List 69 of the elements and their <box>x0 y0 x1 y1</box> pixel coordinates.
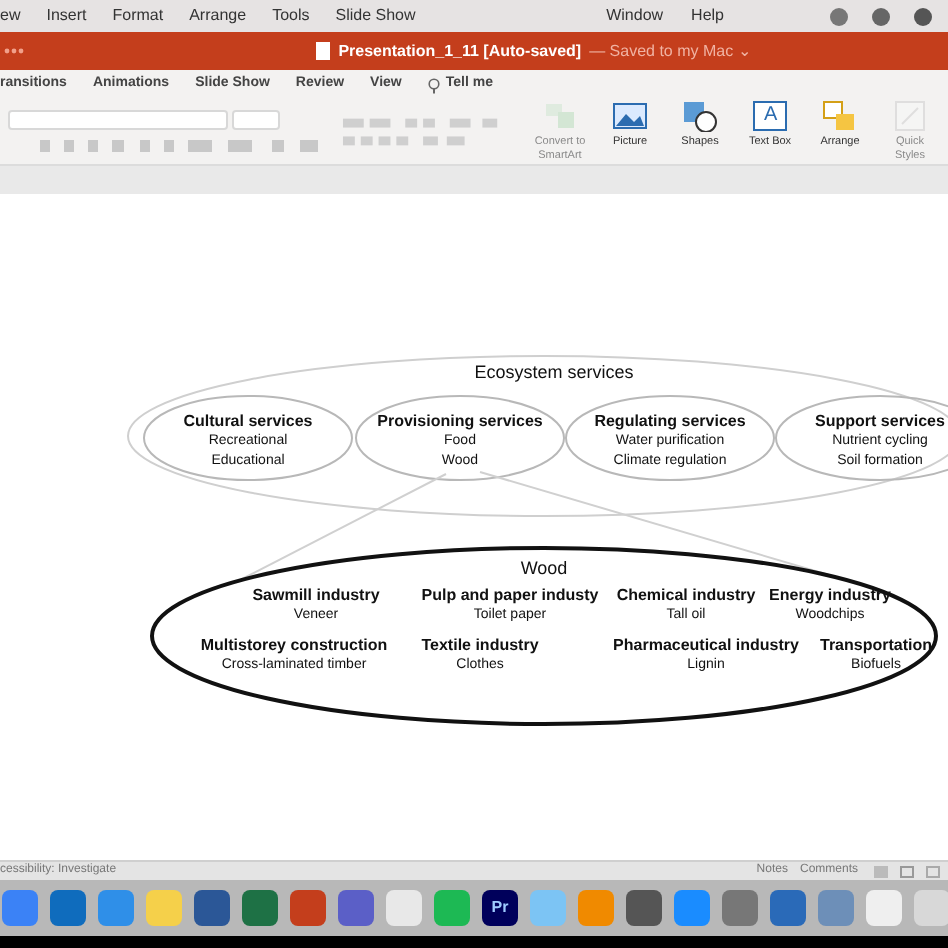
status-icon[interactable] <box>872 7 890 25</box>
app-icon[interactable] <box>626 890 662 926</box>
lightbulb-icon <box>427 77 440 93</box>
status-icon[interactable] <box>914 7 932 25</box>
diagram-title: Ecosystem services <box>474 360 634 386</box>
service-title: Provisioning services <box>377 410 543 433</box>
service-title: Support services <box>815 410 945 433</box>
app-icon[interactable] <box>50 890 86 926</box>
font-name-field[interactable] <box>8 110 228 130</box>
industry-title: Textile industry <box>421 634 539 657</box>
format-tool-icon[interactable] <box>342 118 364 128</box>
shapes-icon <box>682 100 718 132</box>
smartart-icon <box>542 100 578 132</box>
app-icon[interactable] <box>386 890 422 926</box>
wood-title: Wood <box>520 556 568 582</box>
format-tool-icon[interactable] <box>482 118 498 128</box>
format-tool-icon[interactable] <box>272 140 284 152</box>
format-tool-icon[interactable] <box>112 140 124 152</box>
industry-title: Pulp and paper industy <box>421 584 599 607</box>
industry-title: Chemical industry <box>616 584 756 607</box>
format-tool-icon[interactable] <box>164 140 174 152</box>
reading-view-icon[interactable] <box>926 865 940 877</box>
format-tool-icon[interactable] <box>449 118 471 128</box>
menu-item[interactable]: Slide Show <box>335 4 416 28</box>
service-title: Regulating services <box>594 410 746 433</box>
app-icon[interactable] <box>674 890 710 926</box>
text-box-icon <box>752 100 788 132</box>
window-controls-icon[interactable] <box>4 48 24 54</box>
format-tool-icon[interactable] <box>40 140 50 152</box>
arrange-icon <box>822 100 858 132</box>
format-tool-icon[interactable] <box>188 140 212 152</box>
industry-title: Multistorey construction <box>200 634 388 657</box>
letter-glyph: A <box>764 106 778 126</box>
document-icon <box>316 42 331 60</box>
industry-title: Sawmill industry <box>252 584 380 608</box>
menu-item[interactable]: Window <box>606 4 664 28</box>
industry-title: Energy industry <box>769 584 891 607</box>
industry-title: Transportation <box>820 634 932 657</box>
status-icon[interactable] <box>830 7 848 25</box>
menu-item[interactable]: ew <box>0 4 21 28</box>
app-icon[interactable] <box>2 890 38 926</box>
grid-view-icon[interactable] <box>900 865 914 877</box>
normal-view-icon[interactable] <box>874 865 888 877</box>
save-status: — Saved to my Mac ⌄ <box>589 39 752 63</box>
app-icon[interactable] <box>818 890 854 926</box>
format-tool-icon[interactable] <box>140 140 150 152</box>
app-icon[interactable] <box>290 890 326 926</box>
app-icon[interactable] <box>242 890 278 926</box>
format-tool-icon[interactable] <box>228 140 252 152</box>
menu-item[interactable]: Format <box>112 4 164 28</box>
menu-item[interactable]: Arrange <box>189 4 247 28</box>
window-title: Presentation_1_11 [Auto-saved] <box>338 39 582 63</box>
menu-item[interactable]: Insert <box>46 4 87 28</box>
industry-title: Pharmaceutical industry <box>613 634 799 657</box>
menu-item[interactable]: Help <box>691 4 724 28</box>
app-icon[interactable] <box>722 890 758 926</box>
app-icon[interactable]: Pr <box>482 890 518 926</box>
app-icon[interactable] <box>866 890 902 926</box>
menu-item[interactable]: Tools <box>272 4 310 28</box>
app-icon[interactable] <box>770 890 806 926</box>
app-icon[interactable] <box>98 890 134 926</box>
format-tool-icon[interactable] <box>369 118 391 128</box>
service-title: Cultural services <box>183 410 313 433</box>
picture-icon <box>612 100 648 132</box>
format-tool-icon[interactable] <box>88 140 98 152</box>
format-tool-icon[interactable] <box>64 140 74 152</box>
app-icon[interactable] <box>338 890 374 926</box>
app-icon[interactable] <box>194 890 230 926</box>
font-size-field[interactable] <box>232 110 280 130</box>
